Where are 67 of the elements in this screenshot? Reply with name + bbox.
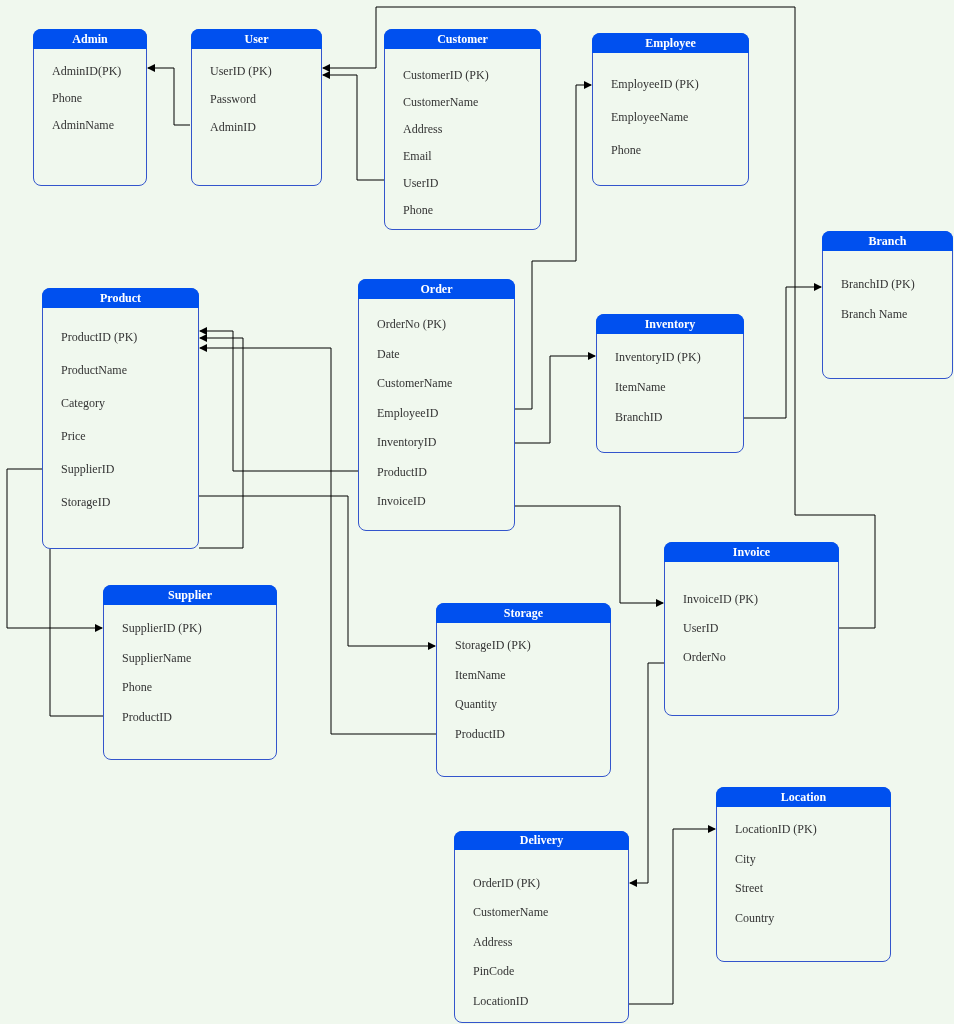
field-label: ProductID — [377, 463, 428, 480]
field-label: Phone — [611, 142, 642, 158]
entity-header: Order — [358, 279, 515, 299]
field-label: UserID — [683, 620, 720, 636]
field-label: SupplierName — [122, 649, 193, 666]
field-label: BranchID — [615, 409, 664, 425]
entity-header: Product — [42, 288, 199, 308]
field-label: LocationID — [473, 992, 530, 1009]
field-label: InventoryID — [377, 434, 438, 450]
entity-header: Location — [716, 787, 891, 807]
field-label: AdminID — [210, 119, 257, 135]
field-label: Date — [377, 345, 401, 362]
field-label: OrderID (PK) — [473, 874, 541, 891]
entity-header: Supplier — [103, 585, 277, 605]
field-label: InventoryID (PK) — [615, 349, 702, 365]
field-label: PinCode — [473, 963, 516, 979]
entity-header: Admin — [33, 29, 147, 49]
field-label: Password — [210, 91, 257, 107]
field-label: OrderNo (PK) — [377, 316, 447, 332]
entity-header: User — [191, 29, 322, 49]
field-label: ProductName — [61, 362, 128, 378]
field-label: UserID (PK) — [210, 63, 273, 79]
field-label: ItemName — [455, 666, 507, 683]
field-label: UserID — [403, 175, 440, 191]
field-label: CustomerName — [473, 904, 550, 920]
field-label: StorageID (PK) — [455, 637, 532, 653]
field-label: Address — [473, 933, 514, 950]
entity-header: Employee — [592, 33, 749, 53]
field-label: CustomerName — [377, 375, 454, 391]
field-label: Phone — [122, 679, 153, 695]
field-label: LocationID (PK) — [735, 821, 818, 837]
field-label: EmployeeName — [611, 109, 690, 125]
field-label: EmployeeID (PK) — [611, 76, 700, 92]
field-label: Branch Name — [841, 306, 909, 322]
entity-header: Storage — [436, 603, 611, 623]
field-label: City — [735, 850, 757, 867]
field-label: Country — [735, 909, 776, 926]
entity-header: Inventory — [596, 314, 744, 334]
entity-header: Invoice — [664, 542, 839, 562]
field-label: SupplierID (PK) — [122, 620, 203, 636]
field-label: Address — [403, 121, 444, 137]
entity-header: Branch — [822, 231, 953, 251]
field-label: Category — [61, 395, 106, 411]
field-label: InvoiceID — [377, 493, 427, 509]
field-label: CustomerID (PK) — [403, 67, 490, 83]
field-label: OrderNo — [683, 649, 727, 665]
field-label: ItemName — [615, 379, 667, 395]
field-label: BranchID (PK) — [841, 276, 916, 292]
field-label: AdminName — [52, 117, 115, 133]
entity-header: Customer — [384, 29, 541, 49]
field-label: ProductID — [455, 725, 506, 742]
field-label: CustomerName — [403, 94, 480, 110]
field-label: Email — [403, 148, 433, 164]
field-label: Street — [735, 880, 764, 896]
field-label: SupplierID — [61, 461, 116, 477]
entity-header: Delivery — [454, 831, 629, 850]
field-label: StorageID — [61, 494, 112, 510]
field-label: InvoiceID (PK) — [683, 591, 759, 607]
field-label: EmployeeID — [377, 404, 440, 421]
field-label: Phone — [403, 202, 434, 218]
field-label: ProductID (PK) — [61, 329, 139, 345]
field-label: Phone — [52, 90, 83, 106]
field-label: Price — [61, 428, 87, 444]
connector-arrow — [147, 64, 191, 126]
field-label: Quantity — [455, 696, 498, 712]
field-label: AdminID(PK) — [52, 63, 123, 79]
field-label: ProductID — [122, 708, 173, 725]
